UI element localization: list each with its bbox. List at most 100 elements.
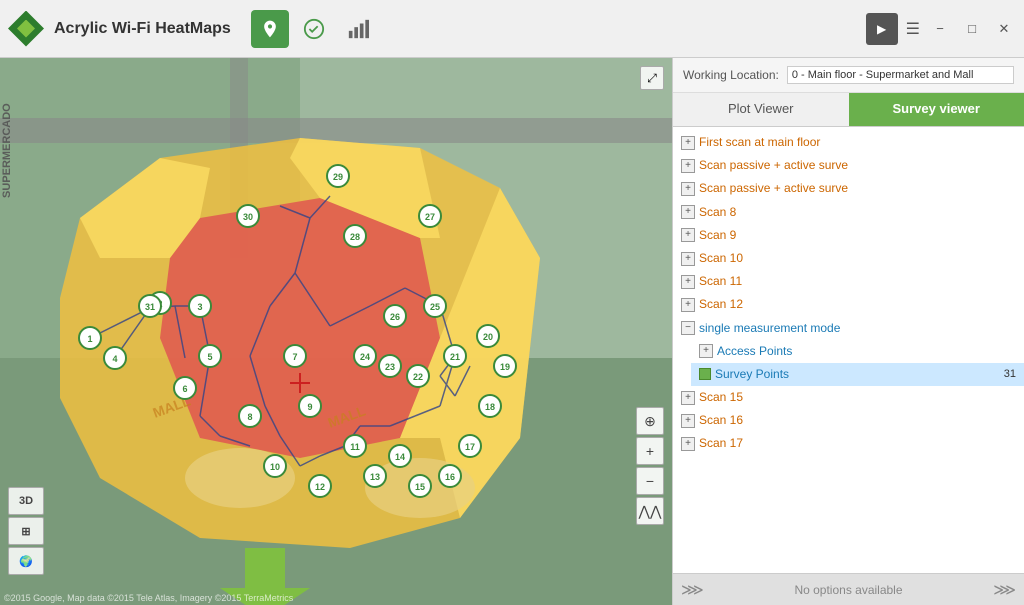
svg-text:27: 27	[425, 212, 435, 222]
tree-label-single: single measurement mode	[699, 319, 840, 338]
expand-scan3[interactable]: +	[681, 182, 695, 196]
expand-scan12[interactable]: +	[681, 298, 695, 312]
svg-text:25: 25	[430, 302, 440, 312]
svg-text:26: 26	[390, 312, 400, 322]
svg-text:6: 6	[182, 384, 187, 394]
tree-label-survey-points: Survey Points	[715, 365, 789, 384]
tree-label-scan15: Scan 15	[699, 388, 743, 407]
svg-text:8: 8	[247, 412, 252, 422]
expand-access[interactable]: +	[699, 344, 713, 358]
tree-label-scan9: Scan 9	[699, 226, 736, 245]
expand-scan1[interactable]: +	[681, 136, 695, 150]
satellite-button[interactable]: 🌍	[8, 547, 44, 575]
svg-text:20: 20	[483, 332, 493, 342]
svg-text:5: 5	[207, 352, 212, 362]
titlebar-right: ▶ ☰ − □ ✕	[866, 13, 1016, 45]
expand-scan9[interactable]: +	[681, 228, 695, 242]
tree-item-scan1[interactable]: + First scan at main floor	[673, 131, 1024, 154]
svg-text:21: 21	[450, 352, 460, 362]
tab-plot-viewer[interactable]: Plot Viewer	[673, 93, 849, 126]
svg-text:15: 15	[415, 482, 425, 492]
tree-label-access: Access Points	[717, 342, 792, 361]
right-panel: Working Location: 0 - Main floor - Super…	[672, 58, 1024, 605]
fullscreen-button[interactable]: ⤢	[640, 66, 664, 90]
svg-text:1: 1	[87, 334, 92, 344]
zoom-out-button[interactable]: −	[636, 467, 664, 495]
3d-button[interactable]: 3D	[8, 487, 44, 515]
compass-button[interactable]: ⊕	[636, 407, 664, 435]
survey-points-count: 31	[1004, 366, 1016, 384]
bottom-next-button[interactable]: ⋙	[993, 580, 1016, 600]
svg-text:3: 3	[197, 302, 202, 312]
map-area[interactable]: MALL MALL SUPERMERCADO	[0, 58, 672, 605]
tree-label-scan17: Scan 17	[699, 434, 743, 453]
tree-item-access[interactable]: + Access Points	[691, 340, 1024, 363]
survey-points-color	[699, 368, 711, 380]
signal-icon[interactable]	[339, 10, 377, 48]
tree-item-scan3[interactable]: + Scan passive + active surve	[673, 177, 1024, 200]
svg-text:18: 18	[485, 402, 495, 412]
map-copyright: ©2015 Google, Map data ©2015 Tele Atlas,…	[4, 593, 293, 603]
svg-text:11: 11	[350, 442, 360, 452]
tree-item-scan8[interactable]: + Scan 8	[673, 201, 1024, 224]
svg-text:9: 9	[307, 402, 312, 412]
svg-text:16: 16	[445, 472, 455, 482]
tree-item-scan15[interactable]: + Scan 15	[673, 386, 1024, 409]
location-icon[interactable]	[251, 10, 289, 48]
play-button[interactable]: ▶	[866, 13, 898, 45]
expand-scan8[interactable]: +	[681, 205, 695, 219]
tree-label-scan16: Scan 16	[699, 411, 743, 430]
svg-text:7: 7	[292, 352, 297, 362]
tree-item-survey-points[interactable]: Survey Points 31	[691, 363, 1024, 386]
expand-scan17[interactable]: +	[681, 437, 695, 451]
layers-button[interactable]: ⊞	[8, 517, 44, 545]
tree-item-scan2[interactable]: + Scan passive + active surve	[673, 154, 1024, 177]
tree-label-scan12: Scan 12	[699, 295, 743, 314]
svg-text:13: 13	[370, 472, 380, 482]
svg-text:14: 14	[395, 452, 405, 462]
menu-button[interactable]: ☰	[906, 19, 920, 39]
working-location-bar: Working Location: 0 - Main floor - Super…	[673, 58, 1024, 93]
expand-single[interactable]: −	[681, 321, 695, 335]
reset-view-button[interactable]: ⋀⋀	[636, 497, 664, 525]
check-icon[interactable]	[295, 10, 333, 48]
bottom-prev-button[interactable]: ⋙	[681, 580, 704, 600]
tree-item-single[interactable]: − single measurement mode	[673, 317, 1024, 340]
tree-label-scan10: Scan 10	[699, 249, 743, 268]
expand-scan16[interactable]: +	[681, 414, 695, 428]
svg-text:4: 4	[112, 354, 117, 364]
expand-scan15[interactable]: +	[681, 391, 695, 405]
titlebar: Acrylic Wi-Fi HeatMaps ▶ ☰ − □ ✕	[0, 0, 1024, 58]
svg-text:29: 29	[333, 172, 343, 182]
working-location-label: Working Location:	[683, 68, 779, 82]
expand-scan10[interactable]: +	[681, 252, 695, 266]
working-location-select[interactable]: 0 - Main floor - Supermarket and Mall	[787, 66, 1014, 84]
app-title: Acrylic Wi-Fi HeatMaps	[54, 20, 231, 38]
tree-label-scan2: Scan passive + active surve	[699, 156, 848, 175]
svg-text:12: 12	[315, 482, 325, 492]
tree-label-scan1: First scan at main floor	[699, 133, 820, 152]
svg-text:19: 19	[500, 362, 510, 372]
svg-text:17: 17	[465, 442, 475, 452]
expand-scan2[interactable]: +	[681, 159, 695, 173]
tree-item-scan9[interactable]: + Scan 9	[673, 224, 1024, 247]
tab-survey-viewer[interactable]: Survey viewer	[849, 93, 1024, 126]
tree-label-scan11: Scan 11	[699, 272, 742, 291]
svg-text:22: 22	[413, 372, 423, 382]
tree-item-scan16[interactable]: + Scan 16	[673, 409, 1024, 432]
svg-text:10: 10	[270, 462, 280, 472]
bottom-status: No options available	[794, 583, 902, 597]
tree-item-scan11[interactable]: + Scan 11	[673, 270, 1024, 293]
restore-button[interactable]: □	[960, 21, 984, 36]
close-button[interactable]: ✕	[992, 21, 1016, 37]
minimize-button[interactable]: −	[928, 21, 952, 36]
tree-item-scan12[interactable]: + Scan 12	[673, 293, 1024, 316]
svg-text:23: 23	[385, 362, 395, 372]
tree-label-scan3: Scan passive + active surve	[699, 179, 848, 198]
expand-scan11[interactable]: +	[681, 275, 695, 289]
survey-tree: + First scan at main floor + Scan passiv…	[673, 127, 1024, 573]
tree-item-scan10[interactable]: + Scan 10	[673, 247, 1024, 270]
tree-item-scan17[interactable]: + Scan 17	[673, 432, 1024, 455]
zoom-in-button[interactable]: +	[636, 437, 664, 465]
svg-text:SUPERMERCADO: SUPERMERCADO	[1, 103, 13, 198]
